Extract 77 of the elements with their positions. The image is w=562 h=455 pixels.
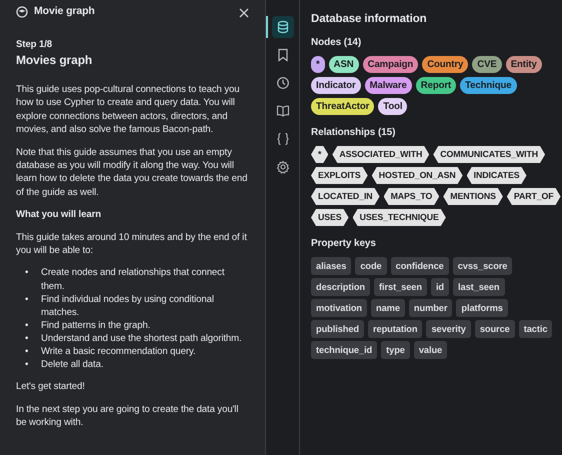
node-label-tag[interactable]: ThreatActor	[311, 98, 374, 115]
guide-title: Movie graph	[34, 4, 95, 20]
relationship-tag[interactable]: COMMUNICATES_WITH	[433, 146, 546, 163]
relationship-tag[interactable]: MENTIONS	[443, 188, 503, 205]
relationship-tag[interactable]: HOSTED_ON_ASN	[372, 167, 463, 184]
list-item: Write a basic recommendation query.	[41, 345, 196, 358]
bullet-marker: •	[25, 292, 30, 307]
property-key-tag[interactable]: first_seen	[374, 278, 427, 296]
book-icon	[276, 104, 290, 118]
node-label-tag[interactable]: Malware	[364, 77, 412, 94]
relationship-tag[interactable]: LOCATED_IN	[311, 188, 380, 205]
relationship-tag[interactable]: MAPS_TO	[384, 188, 440, 205]
property-key-tag[interactable]: severity	[426, 320, 471, 338]
paragraph: In the next step you are going to create the data you'll be working with.	[16, 402, 240, 430]
relationship-tag[interactable]: EXPLOITS	[311, 167, 368, 184]
property-key-tag[interactable]: source	[474, 320, 515, 338]
node-label-tag[interactable]: Tool	[378, 98, 408, 115]
bullet-marker: •	[25, 266, 30, 280]
paragraph: Let's get started!	[16, 380, 86, 394]
graduation-cap-icon	[16, 6, 28, 18]
property-key-tag[interactable]: platforms	[456, 299, 508, 317]
list-item: Delete all data.	[41, 358, 104, 372]
paragraph: This guide uses pop-cultural connections to teach you how to use Cypher to create and query data. You will explore connections between actors, directors, and movies, and also solve the famous Bacon-path.	[16, 83, 240, 137]
node-label-tag[interactable]: Country	[422, 56, 468, 73]
property-key-tag[interactable]: value	[414, 341, 448, 359]
property-key-tag[interactable]: tactic	[518, 320, 552, 338]
paragraph: Note that this guide assumes that you use an empty database as you will modify it along the way. You will learn how to delete the data you create towards the end of the guide as well.	[16, 146, 248, 200]
relationship-tag[interactable]: PART_OF	[506, 188, 561, 205]
list-item: Find patterns in the graph.	[41, 318, 150, 332]
bullet-marker: •	[25, 345, 30, 358]
bookmark-icon	[276, 48, 290, 62]
property-key-tag[interactable]: number	[408, 299, 452, 317]
bullet-marker: •	[25, 358, 30, 372]
relationship-tag[interactable]: ASSOCIATED_WITH	[332, 146, 430, 163]
database-tab[interactable]	[272, 16, 294, 38]
property-key-tag[interactable]: published	[311, 320, 364, 338]
property-key-tag[interactable]: technique_id	[311, 341, 378, 359]
relationship-tag[interactable]: USES_TECHNIQUE	[352, 209, 446, 226]
node-label-tag[interactable]: Technique	[460, 77, 516, 94]
property-key-tag[interactable]: reputation	[368, 320, 422, 338]
list-item: Understand and use the shortest path algorithm.	[41, 332, 242, 346]
node-label-tag[interactable]: CVE	[472, 56, 502, 73]
panel-title: Database information	[311, 12, 428, 26]
property-key-tag[interactable]: motivation	[311, 299, 368, 317]
property-key-tag[interactable]: cvss_score	[452, 257, 512, 275]
property-key-tag[interactable]: name	[371, 299, 405, 317]
step-label: Step 1/8	[16, 38, 53, 52]
property-key-tag[interactable]: description	[311, 278, 370, 296]
relationship-tag[interactable]: INDICATES	[466, 167, 526, 184]
list-item: Create nodes and relationships that connect them.	[41, 266, 226, 293]
settings-icon	[276, 160, 290, 174]
relationship-tag[interactable]: *	[311, 146, 328, 163]
list-item: Find individual nodes by using conditional matches.	[41, 292, 215, 319]
bullet-marker: •	[25, 318, 30, 332]
property-key-tag[interactable]: confidence	[390, 257, 449, 275]
bullet-marker: •	[25, 332, 30, 346]
braces-icon	[276, 132, 290, 146]
node-label-tag[interactable]: Entity	[506, 56, 542, 73]
section-heading: Nodes (14)	[311, 36, 362, 49]
property-key-tag[interactable]: last_seen	[453, 278, 504, 296]
node-label-tag[interactable]: Report	[416, 77, 456, 94]
guide-heading: Movies graph	[16, 52, 94, 68]
database-icon	[276, 20, 290, 34]
subheading: What you will learn	[16, 208, 102, 222]
node-label-tag[interactable]: Indicator	[311, 77, 361, 94]
property-key-tag[interactable]: code	[355, 257, 387, 275]
section-heading: Property keys	[311, 237, 377, 250]
property-key-tag[interactable]: type	[381, 341, 410, 359]
clock-icon	[276, 76, 290, 90]
node-label-tag[interactable]: ASN	[328, 56, 359, 73]
paragraph: This guide takes around 10 minutes and by the end of it you will be able to:	[16, 230, 248, 258]
relationship-tag[interactable]: USES	[311, 209, 349, 226]
node-label-tag[interactable]: Campaign	[362, 56, 418, 73]
property-key-tag[interactable]: aliases	[311, 257, 352, 275]
node-label-tag[interactable]: *	[311, 56, 325, 73]
property-key-tag[interactable]: id	[430, 278, 450, 296]
section-heading: Relationships (15)	[311, 126, 396, 139]
